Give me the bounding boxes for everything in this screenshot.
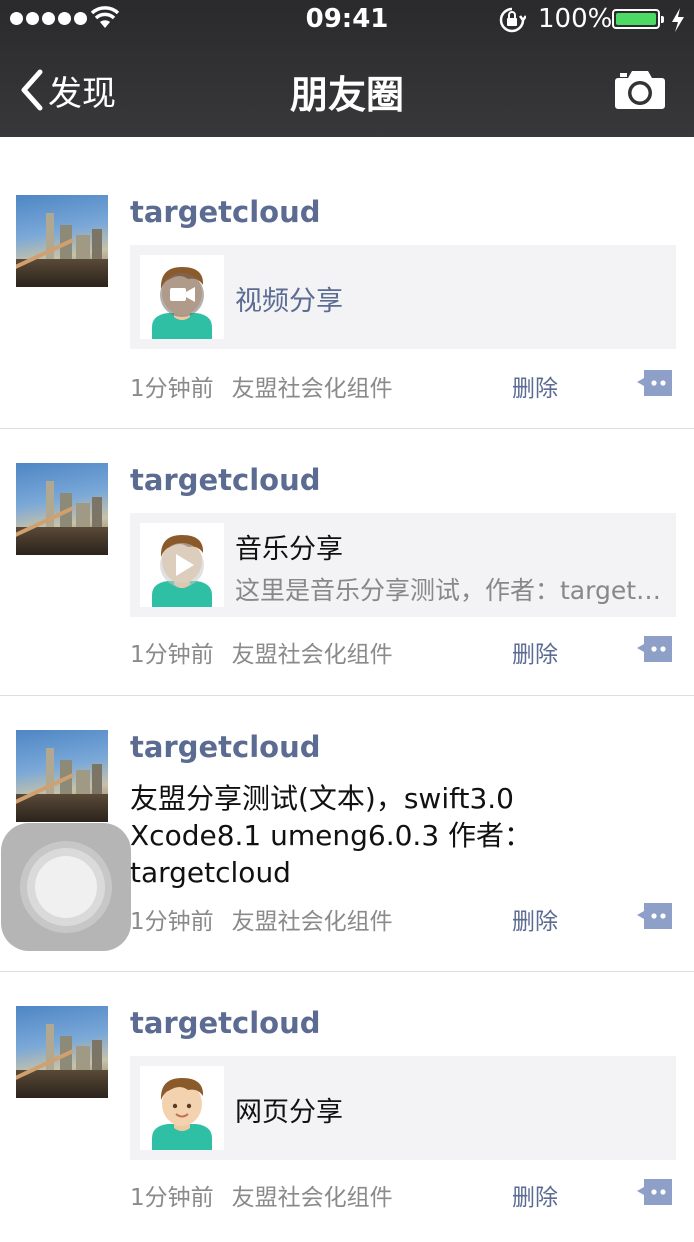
charging-icon bbox=[672, 8, 684, 32]
post-time: 1分钟前 bbox=[130, 909, 214, 935]
share-card-title: 音乐分享 bbox=[235, 534, 343, 565]
avatar[interactable] bbox=[16, 730, 108, 822]
post-text-line: targetcloud bbox=[130, 856, 291, 889]
comment-icon[interactable] bbox=[636, 634, 674, 664]
post-meta: 1分钟前 友盟社会化组件 bbox=[130, 635, 393, 669]
post-source: 友盟社会化组件 bbox=[231, 909, 393, 935]
share-card[interactable]: 网页分享 bbox=[130, 1056, 676, 1160]
avatar[interactable] bbox=[16, 463, 108, 555]
post-source: 友盟社会化组件 bbox=[231, 642, 393, 668]
post-meta: 1分钟前 友盟社会化组件 bbox=[130, 1178, 393, 1212]
post-time: 1分钟前 bbox=[130, 642, 214, 668]
delete-button[interactable]: 删除 bbox=[512, 902, 558, 936]
share-thumbnail bbox=[140, 255, 224, 339]
post-text: 友盟分享测试(文本)，swift3.0 Xcode8.1 umeng6.0.3 … bbox=[130, 780, 670, 891]
delete-button[interactable]: 删除 bbox=[512, 369, 558, 403]
post-time: 1分钟前 bbox=[130, 376, 214, 402]
share-thumbnail bbox=[140, 523, 224, 607]
avatar[interactable] bbox=[16, 195, 108, 287]
post-item: targetcloud 视频分享 1分钟前 友盟社会化组件 删除 bbox=[0, 137, 694, 429]
post-source: 友盟社会化组件 bbox=[231, 376, 393, 402]
username[interactable]: targetcloud bbox=[130, 195, 320, 229]
camera-icon[interactable] bbox=[614, 68, 666, 110]
comment-icon[interactable] bbox=[636, 901, 674, 931]
share-card[interactable]: 音乐分享 这里是音乐分享测试，作者：targetcloud bbox=[130, 513, 676, 617]
share-card[interactable]: 视频分享 bbox=[130, 245, 676, 349]
comment-icon[interactable] bbox=[636, 1177, 674, 1207]
username[interactable]: targetcloud bbox=[130, 463, 320, 497]
post-time: 1分钟前 bbox=[130, 1185, 214, 1211]
rotation-lock-icon bbox=[499, 7, 526, 33]
username[interactable]: targetcloud bbox=[130, 1006, 320, 1040]
avatar[interactable] bbox=[16, 1006, 108, 1098]
battery-percent: 100% bbox=[538, 4, 613, 34]
delete-button[interactable]: 删除 bbox=[512, 635, 558, 669]
share-card-title: 视频分享 bbox=[235, 286, 343, 317]
post-text-line: Xcode8.1 umeng6.0.3 作者： bbox=[130, 819, 533, 852]
post-meta: 1分钟前 友盟社会化组件 bbox=[130, 369, 393, 403]
battery-icon bbox=[612, 9, 664, 29]
navigation-bar: 09:41 100% 发现 朋友圈 bbox=[0, 0, 694, 137]
page-title: 朋友圈 bbox=[289, 73, 404, 117]
comment-icon[interactable] bbox=[636, 368, 674, 398]
share-card-title: 网页分享 bbox=[235, 1097, 343, 1128]
delete-button[interactable]: 删除 bbox=[512, 1178, 558, 1212]
share-thumbnail bbox=[140, 1066, 224, 1150]
post-item: targetcloud 网页分享 1分钟前 友盟社会化组件 删除 bbox=[0, 972, 694, 1242]
post-text-line: 友盟分享测试(文本)，swift3.0 bbox=[130, 782, 514, 815]
username[interactable]: targetcloud bbox=[130, 730, 320, 764]
status-bar: 09:41 100% bbox=[0, 0, 694, 40]
post-source: 友盟社会化组件 bbox=[231, 1185, 393, 1211]
post-item: targetcloud 音乐分享 这里是音乐分享测试，作者：targetclou… bbox=[0, 429, 694, 696]
share-card-description: 这里是音乐分享测试，作者：targetcloud bbox=[235, 576, 665, 605]
post-meta: 1分钟前 友盟社会化组件 bbox=[130, 902, 393, 936]
moments-feed: targetcloud 视频分享 1分钟前 友盟社会化组件 删除 targetc… bbox=[0, 137, 694, 1242]
assistive-touch-button[interactable] bbox=[1, 823, 131, 951]
